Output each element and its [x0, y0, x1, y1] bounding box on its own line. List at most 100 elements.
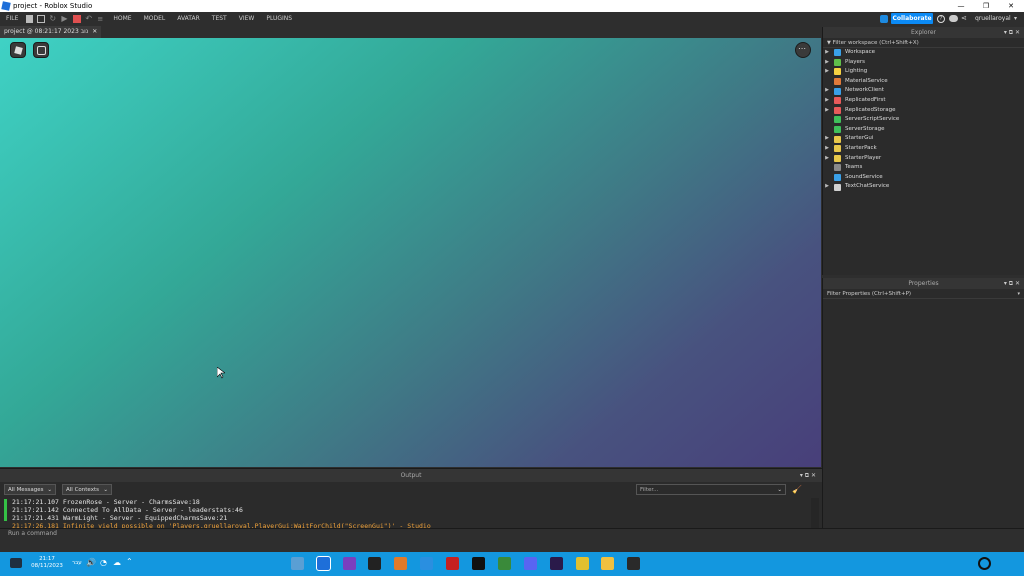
explorer-item[interactable]: MaterialService	[823, 77, 1024, 87]
clock[interactable]: 21:17 08/11/2023	[30, 556, 64, 570]
blender-icon[interactable]	[394, 557, 407, 570]
all-contexts-dropdown[interactable]: All Contexts ⌄	[62, 484, 112, 495]
document-tab[interactable]: project @ 08:21:17 2023 נוב ✕	[0, 26, 102, 38]
quick-access-more-icon[interactable]: ≡	[97, 15, 105, 23]
cloud-icon[interactable]	[949, 15, 958, 22]
expand-arrow-icon[interactable]: ▶	[823, 182, 831, 192]
show-hidden-icons-icon[interactable]: ⌃	[126, 557, 133, 566]
game-viewport[interactable]: ⋯	[0, 38, 821, 467]
expand-arrow-icon[interactable]: ▶	[823, 154, 831, 164]
menu-home[interactable]: HOME	[107, 12, 137, 26]
explorer-item-label: TextChatService	[845, 183, 890, 190]
collaborate-button[interactable]: Collaborate	[891, 13, 933, 24]
menu-file[interactable]: FILE	[0, 12, 24, 26]
tp-icon[interactable]	[291, 557, 304, 570]
after-effects-icon[interactable]	[550, 557, 563, 570]
explorer-item[interactable]: Teams	[823, 163, 1024, 173]
explorer-item[interactable]: ▶ Lighting	[823, 67, 1024, 77]
more-options-button[interactable]: ⋯	[795, 42, 811, 58]
roblox-red-icon[interactable]	[446, 557, 459, 570]
visual-studio-icon[interactable]	[343, 557, 356, 570]
explorer-header: Explorer ▾ ⧉ ✕	[823, 27, 1024, 38]
new-file-icon[interactable]	[26, 15, 34, 23]
expand-arrow-icon[interactable]: ▶	[823, 134, 831, 144]
server-storage-icon	[834, 126, 841, 134]
files-icon[interactable]	[420, 557, 433, 570]
explorer-filter-input[interactable]: ▼ Filter workspace (Ctrl+Shift+X)	[823, 38, 1024, 48]
menu-test[interactable]: TEST	[206, 12, 233, 26]
explorer-item[interactable]: ▶ ReplicatedFirst	[823, 96, 1024, 106]
close-button[interactable]: ✕	[1000, 0, 1022, 12]
maximize-button[interactable]: ❐	[975, 0, 997, 12]
cloud-status-icon[interactable]: ☁	[113, 558, 121, 567]
play-icon[interactable]: ▶	[61, 15, 69, 23]
menu-view[interactable]: VIEW	[233, 12, 261, 26]
widgets-icon[interactable]	[10, 558, 22, 568]
network-icon[interactable]: ◔	[100, 558, 107, 567]
team-share-icon[interactable]	[880, 15, 888, 23]
menu-plugins[interactable]: PLUGINS	[260, 12, 298, 26]
user-menu-chevron-icon[interactable]: ▾	[1014, 12, 1017, 26]
explorer-item[interactable]: ▶ NetworkClient	[823, 86, 1024, 96]
expand-arrow-icon[interactable]: ▶	[823, 48, 831, 58]
stop-icon[interactable]	[73, 15, 82, 23]
chevron-down-icon: ⌄	[47, 487, 52, 493]
chrome-icon[interactable]	[576, 557, 589, 570]
explorer-filter-placeholder: Filter workspace (Ctrl+Shift+X)	[832, 40, 919, 46]
explorer-item[interactable]: ▶ ReplicatedStorage	[823, 106, 1024, 116]
discord-icon[interactable]	[524, 557, 537, 570]
explorer-item[interactable]: ServerScriptService	[823, 115, 1024, 125]
explorer-item[interactable]: ▶ StarterGui	[823, 134, 1024, 144]
explorer-item[interactable]: ▶ StarterPlayer	[823, 154, 1024, 164]
output-line: 21:17:21.107 FrozenRose - Server - Charm…	[12, 498, 200, 506]
tab-close-icon[interactable]: ✕	[92, 26, 97, 38]
roblox-menu-button[interactable]	[10, 42, 26, 58]
redo-icon[interactable]: ↻	[49, 15, 57, 23]
help-icon[interactable]: ?	[937, 15, 945, 23]
output-scrollbar[interactable]	[811, 498, 819, 528]
teams-icon	[834, 164, 841, 172]
volume-icon[interactable]: 🔊	[86, 558, 96, 567]
search-icon[interactable]	[978, 557, 991, 570]
explorer-item[interactable]: ▶ Players	[823, 58, 1024, 68]
github-icon[interactable]	[472, 557, 485, 570]
explorer-panel-controls[interactable]: ▾ ⧉ ✕	[1004, 27, 1020, 38]
output-line: 21:17:21.431 WarmLight - Server - Equipp…	[12, 514, 228, 522]
all-messages-dropdown[interactable]: All Messages ⌄	[4, 484, 56, 495]
explorer-item[interactable]: ▶ Workspace	[823, 48, 1024, 58]
expand-arrow-icon[interactable]: ▶	[823, 144, 831, 154]
clear-output-icon[interactable]: 🧹	[792, 485, 802, 494]
language-indicator[interactable]: עבר	[72, 560, 82, 566]
output-panel: Output ▾ ⧉ ✕ All Messages ⌄ All Contexts…	[0, 468, 822, 528]
expand-arrow-icon[interactable]: ▶	[823, 86, 831, 96]
roblox-studio-logo-icon	[1, 1, 11, 11]
window-title: project - Roblox Studio	[13, 2, 93, 10]
expand-arrow-icon[interactable]: ▶	[823, 96, 831, 106]
menu-avatar[interactable]: AVATAR	[171, 12, 206, 26]
undo-icon[interactable]: ↶	[85, 15, 93, 23]
minimize-button[interactable]: —	[950, 0, 972, 12]
output-panel-controls[interactable]: ▾ ⧉ ✕	[800, 469, 816, 482]
unreal-icon[interactable]	[368, 557, 381, 570]
command-bar-input[interactable]: Run a command	[0, 528, 1024, 538]
explorer-item[interactable]: ServerStorage	[823, 125, 1024, 135]
robot-icon[interactable]	[498, 557, 511, 570]
explorer-item[interactable]: ▶ StarterPack	[823, 144, 1024, 154]
share-icon[interactable]: ⋖	[961, 14, 967, 22]
expand-arrow-icon[interactable]: ▶	[823, 67, 831, 77]
expand-arrow-icon[interactable]: ▶	[823, 58, 831, 68]
properties-panel-controls[interactable]: ▾ ⧉ ✕	[1004, 278, 1020, 289]
explorer-item[interactable]: ▶ TextChatService	[823, 182, 1024, 192]
menu-model[interactable]: MODEL	[138, 12, 172, 26]
properties-filter-input[interactable]: Filter Properties (Ctrl+Shift+P) ▾	[823, 289, 1024, 299]
chat-toggle-button[interactable]	[33, 42, 49, 58]
expand-arrow-icon[interactable]: ▶	[823, 106, 831, 116]
username-label[interactable]: qruellaroyal	[975, 12, 1011, 26]
open-file-icon[interactable]	[37, 15, 46, 23]
file-explorer-icon[interactable]	[601, 557, 614, 570]
properties-filter-chevron-icon[interactable]: ▾	[1017, 289, 1020, 299]
explorer-item[interactable]: SoundService	[823, 173, 1024, 183]
roblox-studio-icon[interactable]	[316, 556, 331, 571]
output-filter-input[interactable]: Filter... ⌄	[636, 484, 786, 495]
minecraft-icon[interactable]	[627, 557, 640, 570]
